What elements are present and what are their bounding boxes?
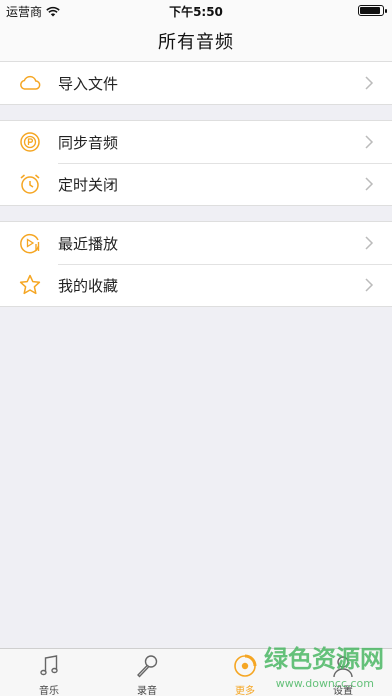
status-time: 下午5:50: [169, 5, 223, 19]
music-note-icon: [40, 655, 58, 676]
more-icon: [234, 654, 257, 677]
chevron-right-icon: [365, 76, 374, 90]
star-icon: [19, 274, 41, 295]
chevron-right-icon: [365, 278, 374, 292]
chevron-right-icon: [365, 236, 374, 250]
menu-item-sync-audio[interactable]: 同步音频: [0, 121, 392, 163]
chevron-right-icon: [365, 177, 374, 191]
menu-item-sleep-timer[interactable]: 定时关闭: [0, 163, 392, 205]
watermark-url: www.downcc.com: [275, 677, 374, 690]
menu-group-library: 最近播放 我的收藏: [0, 221, 392, 307]
menu-item-favorites[interactable]: 我的收藏: [0, 264, 392, 306]
cloud-icon: [20, 75, 41, 90]
menu-item-label: 同步音频: [58, 134, 119, 152]
page-title: 所有音频: [158, 32, 234, 53]
sync-audio-icon: [20, 132, 40, 152]
chevron-right-icon: [365, 135, 374, 149]
tab-label: 音乐: [39, 686, 59, 696]
menu-item-recent-play[interactable]: 最近播放: [0, 222, 392, 264]
watermark-logo: 绿色资源网: [264, 645, 384, 673]
alarm-clock-icon: [20, 174, 40, 194]
tab-record[interactable]: 录音: [98, 649, 196, 696]
menu-item-label: 导入文件: [58, 75, 119, 93]
menu-item-label: 定时关闭: [58, 176, 119, 194]
menu-item-label: 最近播放: [58, 235, 119, 253]
menu-group-import: 导入文件: [0, 61, 392, 105]
microphone-icon: [137, 655, 158, 678]
tab-music[interactable]: 音乐: [0, 649, 98, 696]
recent-play-icon: [20, 233, 40, 254]
tab-label: 录音: [137, 686, 157, 696]
menu-item-import-file[interactable]: 导入文件: [0, 62, 392, 104]
menu-group-audio: 同步音频 定时关闭: [0, 120, 392, 206]
menu-item-label: 我的收藏: [58, 277, 119, 295]
navigation-bar: 所有音频: [0, 20, 392, 62]
battery-icon: [358, 5, 387, 16]
status-bar: 运营商 下午5:50: [0, 0, 392, 20]
